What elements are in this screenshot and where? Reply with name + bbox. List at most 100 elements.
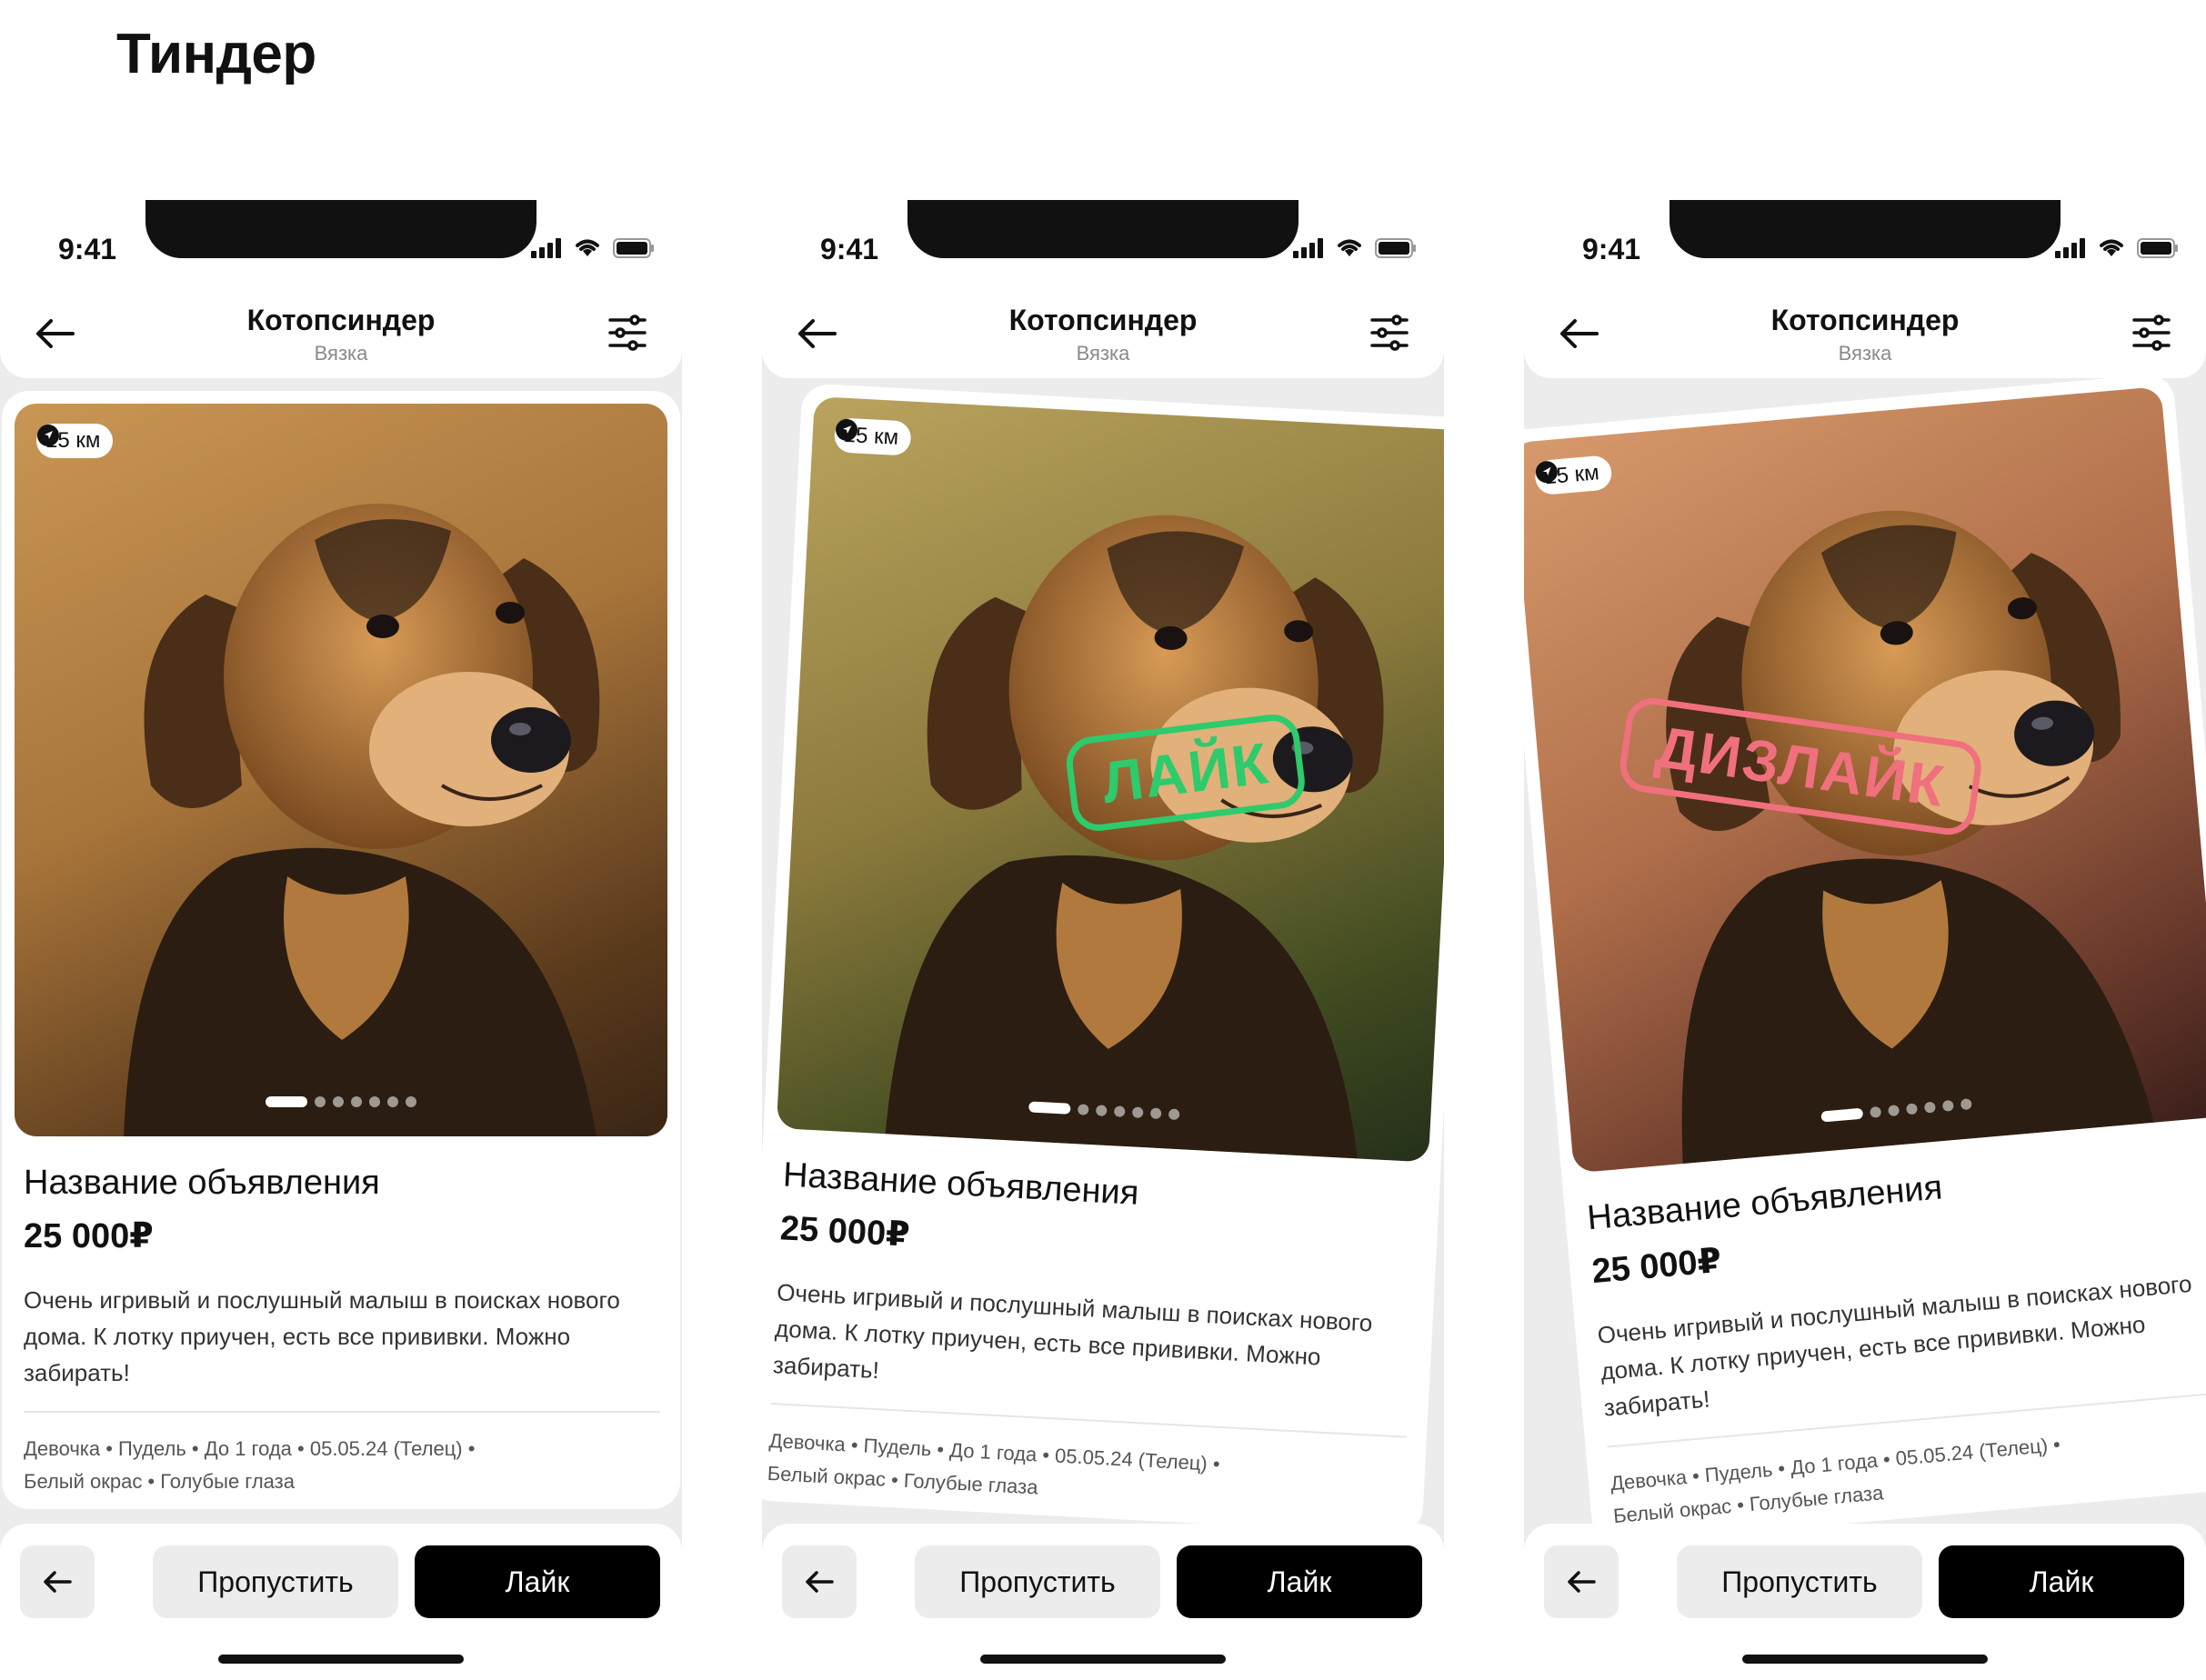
notch bbox=[1670, 200, 2061, 258]
nav-header: Котопсиндер Вязка bbox=[0, 287, 682, 378]
page-dot[interactable] bbox=[387, 1096, 398, 1107]
pet-photo[interactable]: 15 км ЛАЙК bbox=[776, 396, 1444, 1163]
wifi-icon bbox=[1338, 239, 1361, 256]
page-dot[interactable] bbox=[1870, 1105, 1882, 1118]
page-dot[interactable] bbox=[351, 1096, 362, 1107]
header-subtitle: Вязка bbox=[314, 342, 368, 365]
header-title: Котопсиндер bbox=[1008, 304, 1198, 336]
listing-card[interactable]: 15 км Название объявления 25 000₽ Очень … bbox=[2, 391, 680, 1509]
page-dot[interactable] bbox=[1113, 1105, 1126, 1117]
skip-button[interactable]: Пропустить bbox=[915, 1545, 1160, 1618]
page-dot[interactable] bbox=[1888, 1105, 1900, 1117]
phone-screen: 9:41 bbox=[762, 200, 1444, 1680]
page-dot[interactable] bbox=[406, 1096, 416, 1107]
listing-tags: Девочка • Пудель • До 1 года • 05.05.24 … bbox=[1609, 1420, 2159, 1533]
dog-illustration bbox=[124, 504, 600, 1136]
header-subtitle: Вязка bbox=[1838, 342, 1892, 365]
status-time: 9:41 bbox=[58, 233, 117, 265]
undo-button[interactable] bbox=[782, 1545, 857, 1618]
like-button[interactable]: Лайк bbox=[1939, 1545, 2184, 1618]
page-dot[interactable] bbox=[1960, 1098, 1972, 1111]
like-button[interactable]: Лайк bbox=[415, 1545, 660, 1618]
nav-header: Котопсиндер Вязка bbox=[1524, 287, 2206, 378]
back-arrow-icon bbox=[806, 1571, 834, 1593]
battery-icon bbox=[613, 238, 654, 258]
signal-icon bbox=[1293, 238, 1323, 258]
page-dot[interactable] bbox=[1131, 1106, 1144, 1119]
page-dot-active[interactable] bbox=[1028, 1101, 1071, 1115]
page-dot[interactable] bbox=[315, 1096, 326, 1107]
listing-description: Очень игривый и послушный малыш в поиска… bbox=[772, 1278, 1374, 1385]
tags-line-1: Девочка • Пудель • До 1 года • 05.05.24 … bbox=[24, 1437, 476, 1460]
status-bar: 9:41 bbox=[0, 200, 682, 287]
listing-info: Название объявления 25 000₽ Очень игривы… bbox=[24, 1164, 660, 1498]
header-subtitle: Вязка bbox=[1076, 342, 1130, 365]
pet-photo[interactable]: 15 км bbox=[15, 404, 667, 1136]
page-dot[interactable] bbox=[1149, 1107, 1162, 1120]
filter-icon[interactable] bbox=[2131, 315, 2171, 351]
listing-description: Очень игривый и послушный малыш в поиска… bbox=[24, 1286, 620, 1386]
page-dot[interactable] bbox=[1095, 1105, 1108, 1116]
battery-icon bbox=[2137, 238, 2178, 258]
location-arrow-icon bbox=[1535, 461, 1558, 484]
status-time: 9:41 bbox=[820, 233, 879, 265]
card-area: 15 км Название объявления 25 000₽ Очень … bbox=[0, 380, 682, 1516]
listing-card[interactable]: 15 км ДИЗЛАЙК Название объявления 25 000… bbox=[1524, 372, 2206, 1546]
distance-badge: 15 км bbox=[833, 417, 913, 456]
listing-card[interactable]: 15 км ЛАЙК Название объявления 25 000₽ О… bbox=[762, 383, 1444, 1535]
header-title: Котопсиндер bbox=[246, 304, 436, 336]
battery-icon bbox=[1375, 238, 1416, 258]
page-dot[interactable] bbox=[1941, 1099, 1954, 1112]
page-dot[interactable] bbox=[1077, 1104, 1089, 1115]
status-icons bbox=[531, 236, 655, 258]
back-arrow-icon bbox=[1568, 1571, 1596, 1593]
status-bar: 9:41 bbox=[762, 200, 1444, 287]
listing-title: Название объявления bbox=[24, 1164, 380, 1202]
home-indicator bbox=[1742, 1655, 1988, 1664]
listing-info: Название объявления 25 000₽ Очень игривы… bbox=[767, 1155, 1419, 1523]
status-icons bbox=[2055, 236, 2179, 258]
signal-icon bbox=[2055, 238, 2085, 258]
undo-button[interactable] bbox=[1544, 1545, 1619, 1618]
filter-icon[interactable] bbox=[1369, 315, 1409, 351]
status-time: 9:41 bbox=[1582, 233, 1641, 265]
skip-button[interactable]: Пропустить bbox=[1677, 1545, 1922, 1618]
card-area: 15 км ДИЗЛАЙК Название объявления 25 000… bbox=[1524, 372, 2206, 1546]
phone-screen: 9:41 bbox=[1524, 200, 2206, 1680]
location-arrow-icon bbox=[836, 418, 858, 441]
notch bbox=[907, 200, 1299, 258]
location-arrow-icon bbox=[37, 425, 59, 446]
status-bar: 9:41 bbox=[1524, 200, 2206, 287]
page-dot[interactable] bbox=[1923, 1101, 1936, 1114]
pet-photo[interactable]: 15 км ДИЗЛАЙК bbox=[1524, 385, 2206, 1174]
page-dot-active[interactable] bbox=[266, 1096, 307, 1107]
divider bbox=[24, 1411, 660, 1413]
wifi-icon bbox=[576, 239, 599, 256]
undo-button[interactable] bbox=[20, 1545, 95, 1618]
filter-icon[interactable] bbox=[607, 315, 647, 351]
page-dot[interactable] bbox=[1168, 1108, 1180, 1121]
page-dot[interactable] bbox=[333, 1096, 344, 1107]
page-dot[interactable] bbox=[369, 1096, 380, 1107]
like-button[interactable]: Лайк bbox=[1177, 1545, 1422, 1618]
wifi-icon bbox=[2100, 239, 2123, 256]
listing-info: Название объявления 25 000₽ Очень игривы… bbox=[1586, 1145, 2206, 1534]
header-title: Котопсиндер bbox=[1770, 304, 1960, 336]
listing-tags: Девочка • Пудель • До 1 года • 05.05.24 … bbox=[24, 1433, 569, 1498]
home-indicator bbox=[980, 1655, 1226, 1664]
nav-header: Котопсиндер Вязка bbox=[762, 287, 1444, 378]
listing-price: 25 000₽ bbox=[24, 1217, 154, 1255]
card-area: 15 км ЛАЙК Название объявления 25 000₽ О… bbox=[762, 380, 1444, 1535]
listing-tags: Девочка • Пудель • До 1 года • 05.05.24 … bbox=[767, 1425, 1315, 1518]
photo-pagination[interactable] bbox=[15, 1096, 667, 1107]
skip-button[interactable]: Пропустить bbox=[153, 1545, 398, 1618]
page-title: Тиндер bbox=[116, 23, 316, 85]
distance-badge: 15 км bbox=[36, 424, 114, 458]
status-icons bbox=[1293, 236, 1417, 258]
home-indicator bbox=[218, 1655, 464, 1664]
phone-screen: 9:41 bbox=[0, 200, 682, 1680]
tags-line-2: Белый окрас • Голубые глаза bbox=[24, 1470, 295, 1493]
back-arrow-icon bbox=[44, 1571, 72, 1593]
notch bbox=[145, 200, 536, 258]
page-dot[interactable] bbox=[1905, 1103, 1918, 1115]
